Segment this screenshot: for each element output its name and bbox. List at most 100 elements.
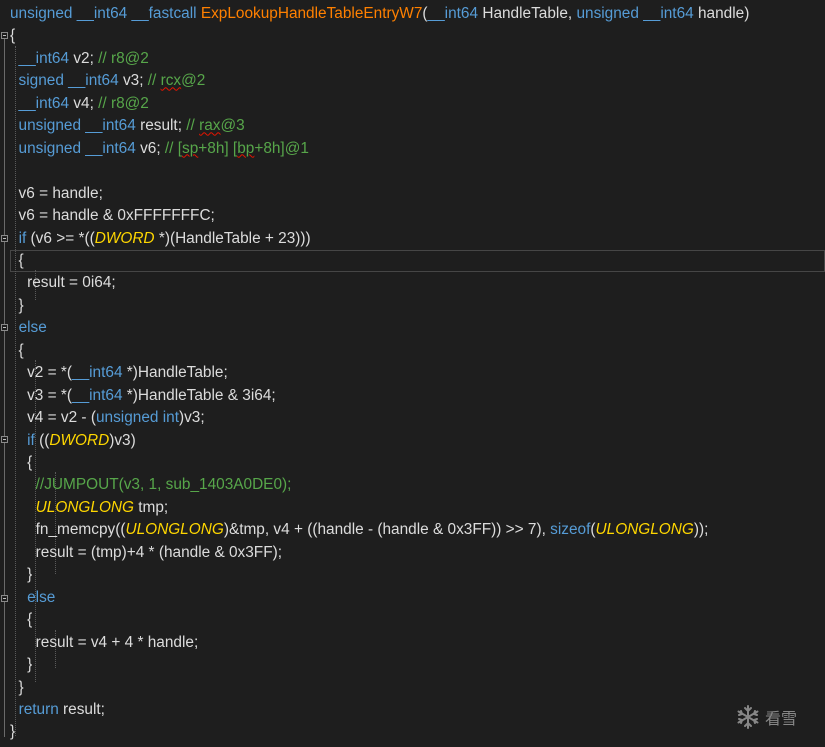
code-token: unsigned __int64: [10, 139, 141, 157]
code-token: //: [186, 117, 200, 135]
code-token: // r8@2: [98, 49, 149, 67]
code-token: @2: [181, 72, 206, 90]
code-line[interactable]: result = v4 + 4 * handle;: [10, 632, 199, 654]
code-token: v4 = v2 - (: [10, 409, 96, 427]
collapse-icon[interactable]: [1, 32, 8, 39]
code-line[interactable]: }: [10, 721, 15, 743]
code-token: {: [10, 611, 33, 629]
code-token: __int64: [427, 5, 483, 22]
code-line[interactable]: unsigned __int64 v6; // [sp+8h] [bp+8h]@…: [10, 138, 309, 160]
code-line[interactable]: {: [10, 340, 24, 362]
code-line[interactable]: {: [10, 452, 32, 474]
code-token: __int64: [72, 386, 127, 404]
code-line[interactable]: if (v6 >= *((DWORD *)(HandleTable + 23))…: [10, 228, 311, 250]
code-line[interactable]: ULONGLONG tmp;: [10, 497, 169, 519]
code-token: v3 = *(: [10, 386, 73, 404]
code-token: )v3;: [178, 409, 205, 427]
code-line[interactable]: //JUMPOUT(v3, 1, sub_1403A0DE0);: [10, 474, 292, 496]
code-token: {: [10, 27, 16, 45]
code-token: result = 0i64;: [10, 274, 116, 292]
code-token: v2;: [73, 49, 99, 67]
code-line[interactable]: }: [10, 654, 32, 676]
code-token: else: [18, 319, 47, 337]
code-token: )v3): [109, 431, 136, 449]
collapse-icon[interactable]: [1, 595, 8, 602]
code-line[interactable]: v2 = *(__int64 *)HandleTable;: [10, 362, 228, 384]
code-line[interactable]: }: [10, 564, 32, 586]
code-line[interactable]: v6 = handle & 0xFFFFFFFC;: [10, 205, 215, 227]
code-token: ULONGLONG: [35, 498, 139, 516]
code-token: unsigned __int64 __fastcall: [10, 5, 201, 22]
code-token: return: [18, 700, 64, 718]
code-token: }: [10, 566, 33, 584]
code-line[interactable]: }: [10, 295, 24, 317]
code-token: *)(HandleTable + 23))): [158, 229, 311, 247]
collapse-icon[interactable]: [1, 436, 8, 443]
watermark: 看雪: [735, 703, 797, 731]
code-token: +8h] [: [198, 139, 238, 157]
code-token: result;: [140, 117, 187, 135]
code-line[interactable]: else: [10, 317, 47, 339]
code-token: DWORD: [94, 229, 159, 247]
code-line[interactable]: v6 = handle;: [10, 183, 103, 205]
code-token: //: [147, 72, 161, 90]
collapse-icon[interactable]: [1, 324, 8, 331]
code-line[interactable]: }: [10, 677, 24, 699]
code-token: tmp;: [138, 498, 169, 516]
code-token: v6 = handle;: [10, 184, 103, 202]
code-token: result = v4 + 4 * handle;: [10, 633, 199, 651]
code-token: result = (tmp)+4 * (handle & 0x3FF);: [10, 543, 283, 561]
code-line[interactable]: result = (tmp)+4 * (handle & 0x3FF);: [10, 542, 282, 564]
code-token: if: [18, 229, 31, 247]
collapse-icon[interactable]: [1, 235, 8, 242]
code-token: ULONGLONG: [125, 521, 224, 539]
code-line[interactable]: return result;: [10, 699, 105, 721]
code-line[interactable]: unsigned __int64 result; // rax@3: [10, 115, 245, 137]
code-line[interactable]: __int64 v4; // r8@2: [10, 93, 149, 115]
code-token: unsigned int: [95, 409, 179, 427]
code-line[interactable]: {: [10, 250, 24, 272]
code-token: // r8@2: [98, 94, 149, 112]
code-token: if: [27, 431, 40, 449]
code-token: DWORD: [49, 431, 110, 449]
code-line[interactable]: {: [10, 609, 32, 631]
code-line[interactable]: v4 = v2 - (unsigned int)v3;: [10, 407, 205, 429]
code-token: {: [10, 341, 24, 359]
code-token: }: [10, 296, 24, 314]
current-line-highlight: [10, 250, 825, 272]
code-token: v4;: [73, 94, 99, 112]
code-line[interactable]: else: [10, 587, 55, 609]
code-token: HandleTable,: [482, 5, 577, 22]
code-token: }: [10, 678, 24, 696]
code-token: rax: [199, 117, 221, 135]
code-token: v6;: [140, 139, 165, 157]
code-line[interactable]: {: [10, 25, 15, 47]
code-line[interactable]: result = 0i64;: [10, 272, 116, 294]
code-token: +8h]@1: [254, 139, 309, 157]
code-line[interactable]: signed __int64 v3; // rcx@2: [10, 70, 206, 92]
code-line[interactable]: fn_memcpy((ULONGLONG)&tmp, v4 + ((handle…: [10, 519, 709, 541]
code-token: {: [10, 251, 24, 269]
code-token: bp: [237, 139, 255, 157]
code-token: handle): [697, 5, 750, 22]
code-token: signed __int64: [10, 72, 123, 90]
code-token: }: [10, 656, 33, 674]
code-token: result;: [63, 700, 105, 718]
code-line[interactable]: v3 = *(__int64 *)HandleTable & 3i64;: [10, 385, 276, 407]
code-line[interactable]: unsigned __int64 __fastcall ExpLookupHan…: [10, 3, 749, 25]
code-token: unsigned __int64: [576, 5, 698, 22]
code-token: }: [10, 723, 16, 741]
code-editor[interactable]: unsigned __int64 __fastcall ExpLookupHan…: [0, 0, 825, 747]
code-token: v2 = *(: [10, 364, 73, 382]
code-line[interactable]: __int64 v2; // r8@2: [10, 48, 149, 70]
code-token: __int64: [10, 49, 74, 67]
code-token: )&tmp, v4 + ((handle - (handle & 0x3FF))…: [223, 521, 551, 539]
code-token: //JUMPOUT(v3, 1, sub_1403A0DE0);: [35, 476, 292, 494]
code-token: // [: [164, 139, 182, 157]
code-line[interactable]: if ((DWORD)v3): [10, 430, 136, 452]
